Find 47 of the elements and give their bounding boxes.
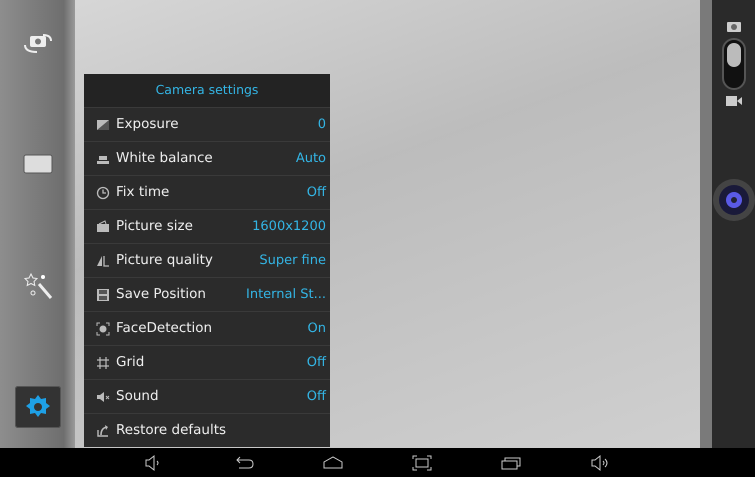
photo-size-icon — [96, 220, 110, 234]
setting-value: On — [308, 320, 326, 338]
setting-label: FaceDetection — [116, 319, 212, 338]
setting-value: Off — [306, 184, 326, 202]
setting-value: Super fine — [259, 252, 326, 270]
setting-label: White balance — [116, 149, 213, 168]
setting-label: Grid — [116, 353, 144, 372]
settings-button[interactable] — [14, 386, 60, 428]
exposure-icon — [96, 118, 110, 132]
magic-wand-icon — [22, 270, 52, 301]
quality-icon — [96, 254, 110, 268]
settings-row[interactable]: FaceDetection On — [84, 312, 330, 346]
screenshot-icon[interactable] — [412, 454, 433, 472]
restore-icon — [96, 424, 110, 438]
settings-row[interactable]: Exposure 0 — [84, 108, 330, 142]
home-icon[interactable] — [322, 454, 344, 472]
setting-label: Save Position — [116, 285, 206, 304]
panel-title: Camera settings — [156, 81, 258, 100]
aspect-ratio-icon — [22, 153, 52, 176]
face-detection-icon — [96, 322, 110, 336]
setting-label: Restore defaults — [116, 421, 226, 440]
settings-row[interactable]: Sound Off — [84, 380, 330, 414]
settings-row[interactable]: Picture quality Super fine — [84, 244, 330, 278]
setting-label: Fix time — [116, 183, 170, 202]
setting-value: 1600x1200 — [252, 218, 326, 236]
mode-switch[interactable] — [722, 38, 746, 90]
setting-label: Picture quality — [116, 251, 213, 270]
setting-value: Off — [306, 354, 326, 372]
settings-row[interactable]: Save Position Internal St... — [84, 278, 330, 312]
setting-label: Exposure — [116, 115, 178, 134]
clock-icon — [96, 186, 110, 200]
setting-label: Picture size — [116, 217, 193, 236]
shutter-button[interactable] — [712, 178, 755, 222]
setting-value: Internal St... — [246, 286, 326, 304]
setting-label: Sound — [116, 387, 159, 406]
settings-row[interactable]: Picture size 1600x1200 — [84, 210, 330, 244]
speaker-muted-icon — [96, 390, 110, 404]
setting-value: Auto — [296, 150, 326, 168]
grid-icon — [96, 356, 110, 370]
settings-row[interactable]: Restore defaults — [84, 414, 330, 447]
setting-value: 0 — [318, 116, 326, 134]
settings-row[interactable]: White balance Auto — [84, 142, 330, 176]
settings-row[interactable]: Fix time Off — [84, 176, 330, 210]
camera-icon — [726, 20, 740, 32]
settings-row[interactable]: Grid Off — [84, 346, 330, 380]
video-camera-icon — [726, 96, 742, 106]
setting-value: Off — [306, 388, 326, 406]
